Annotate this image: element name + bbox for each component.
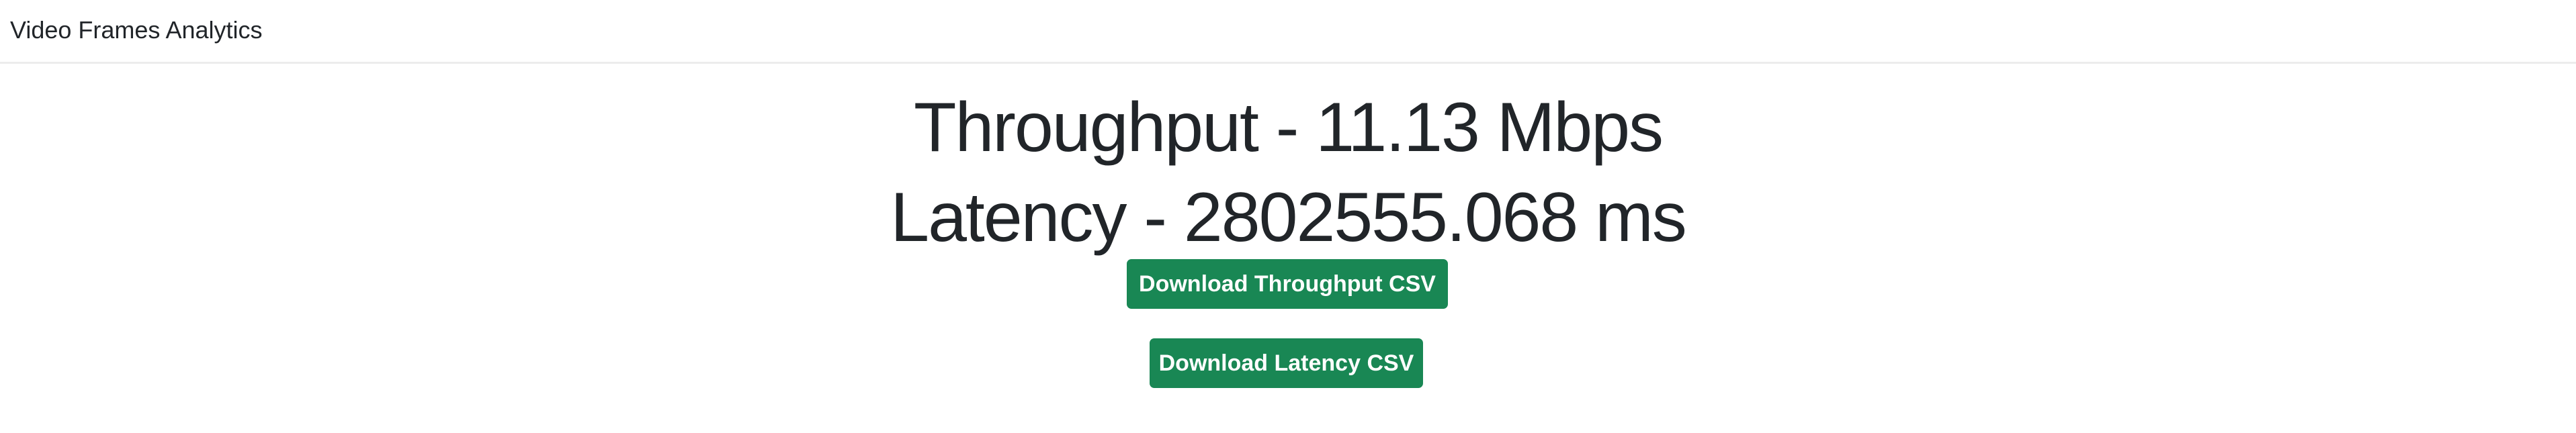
latency-heading: Latency - 2802555.068 ms [890, 179, 1687, 256]
download-latency-csv-button[interactable]: Download Latency CSV [1150, 338, 1423, 388]
navbar: Video Frames Analytics [0, 0, 2576, 64]
download-throughput-csv-button[interactable]: Download Throughput CSV [1127, 259, 1448, 309]
throughput-heading: Throughput - 11.13 Mbps [913, 89, 1664, 166]
navbar-brand[interactable]: Video Frames Analytics [10, 16, 263, 44]
